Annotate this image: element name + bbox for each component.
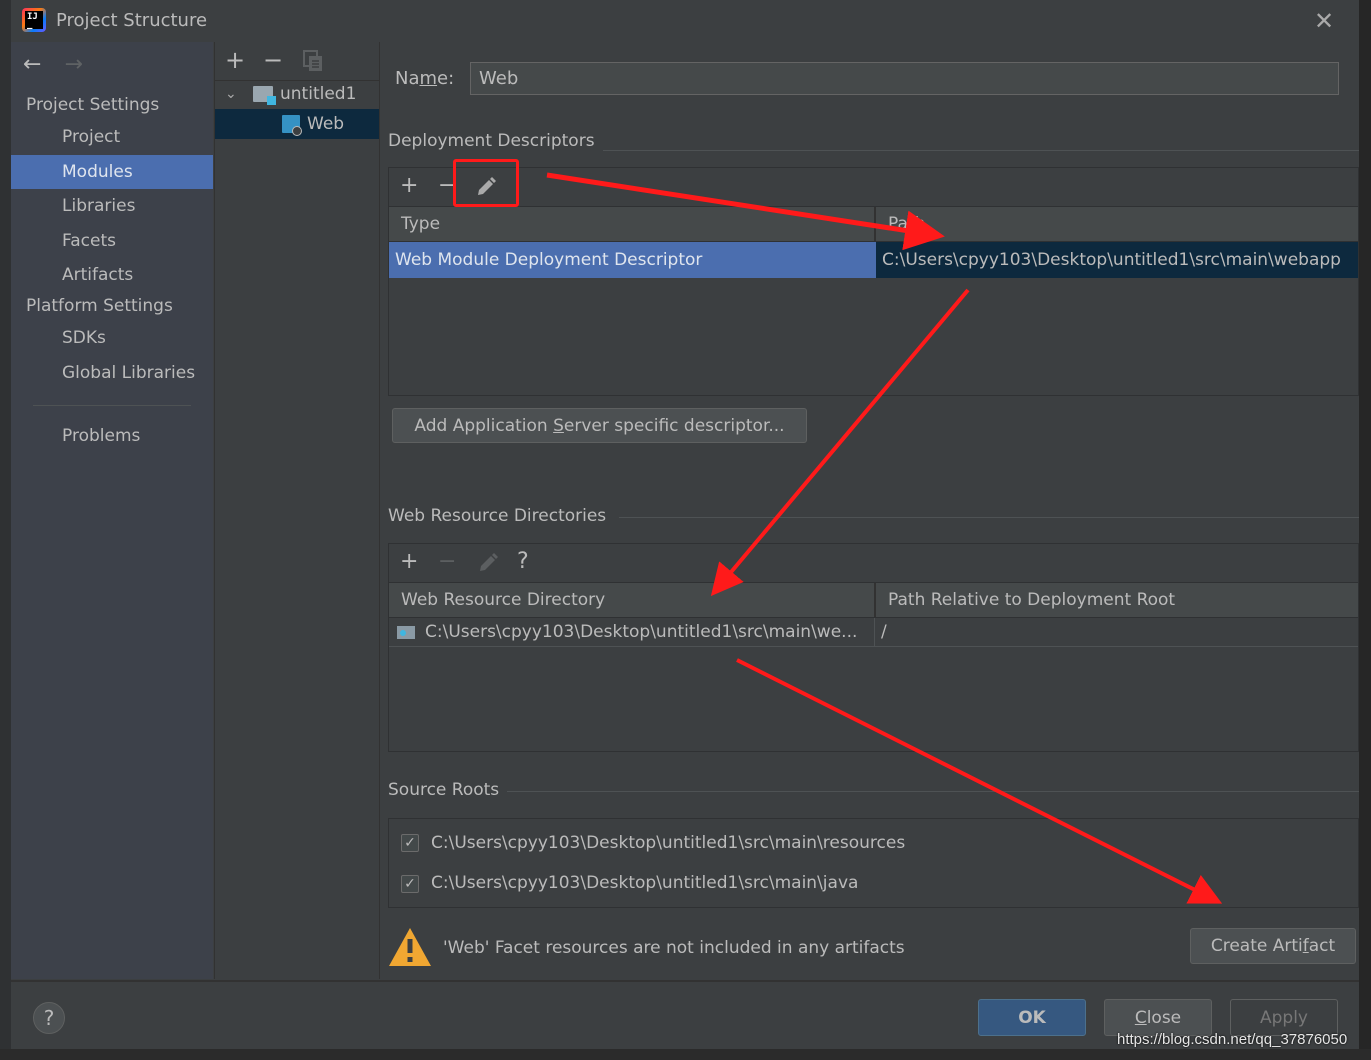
tree-node-label: untitled1 [280, 84, 357, 104]
group-platform-settings: Platform Settings [26, 296, 173, 316]
back-arrow-icon[interactable]: ← [23, 52, 41, 77]
column-header-type[interactable]: Type [389, 207, 874, 241]
descriptor-type-cell[interactable]: Web Module Deployment Descriptor [389, 242, 874, 278]
name-label: Name: [395, 68, 455, 89]
source-root-path: C:\Users\cpyy103\Desktop\untitled1\src\m… [431, 873, 859, 893]
name-input[interactable] [470, 62, 1339, 95]
edit-web-resource-button [477, 552, 499, 580]
sidebar-item-sdks[interactable]: SDKs [11, 321, 213, 355]
relative-path-cell[interactable]: / [874, 618, 1358, 646]
descriptors-table-header: Type Path [389, 206, 1358, 242]
web-resource-directory-cell[interactable]: C:\Users\cpyy103\Desktop\untitled1\src\m… [419, 618, 874, 646]
title-bar: IJ — Project Structure ✕ [11, 0, 1359, 42]
facet-settings-panel: Name: Deployment Descriptors + − Type Pa… [379, 42, 1359, 979]
background-ide-bottom-strip [0, 1049, 1371, 1060]
annotation-highlight-box [453, 159, 519, 207]
sidebar-item-project[interactable]: Project [11, 120, 213, 154]
source-root-checkbox[interactable]: ✓ [401, 875, 419, 893]
sidebar-item-problems[interactable]: Problems [11, 419, 213, 453]
web-facet-icon [282, 115, 302, 136]
create-artifact-button[interactable]: Create Artifact [1190, 928, 1356, 964]
copy-icon [303, 50, 323, 76]
table-row[interactable]: C:\Users\cpyy103\Desktop\untitled1\src\m… [389, 618, 1358, 647]
tree-toolbar: + − [215, 42, 379, 81]
forward-arrow-icon: → [64, 52, 83, 77]
tree-node-web[interactable]: Web [215, 109, 379, 139]
web-resource-directories-title: Web Resource Directories [388, 506, 615, 526]
sidebar-item-libraries[interactable]: Libraries [11, 189, 213, 223]
pencil-icon [480, 553, 498, 571]
sidebar-item-modules[interactable]: Modules [11, 155, 213, 189]
background-ide-right-strip: o o o o [1359, 0, 1371, 1060]
warning-icon [389, 928, 431, 966]
deployment-descriptors-title: Deployment Descriptors [388, 131, 603, 151]
settings-sidebar: ← → Project Settings Project Modules Lib… [11, 42, 213, 979]
column-header-web-resource-directory[interactable]: Web Resource Directory [389, 583, 874, 617]
web-resource-directories-table: + − ? Web Resource Directory Path Relati… [388, 543, 1359, 752]
remove-module-button[interactable]: − [263, 48, 283, 72]
table-row[interactable]: Web Module Deployment Descriptor C:\User… [389, 242, 1358, 278]
close-icon[interactable]: ✕ [1313, 9, 1335, 33]
column-header-relative-path[interactable]: Path Relative to Deployment Root [874, 583, 1358, 617]
sidebar-divider [33, 405, 191, 406]
web-folder-icon [397, 626, 415, 639]
remove-web-resource-button: − [438, 549, 457, 574]
source-roots-list: ✓ C:\Users\cpyy103\Desktop\untitled1\src… [388, 818, 1359, 908]
section-divider [507, 791, 1359, 792]
help-icon[interactable]: ? [517, 550, 529, 574]
project-structure-dialog: IJ — Project Structure ✕ ← → Project Sett… [11, 0, 1359, 1049]
sidebar-item-global-libraries[interactable]: Global Libraries [11, 356, 213, 390]
section-divider [619, 517, 1359, 518]
web-resource-table-header: Web Resource Directory Path Relative to … [389, 582, 1358, 618]
deployment-descriptors-table: + − Type Path Web Module Deployment Desc… [388, 167, 1359, 396]
dialog-title: Project Structure [56, 10, 208, 31]
add-web-resource-button[interactable]: + [400, 550, 418, 574]
add-module-button[interactable]: + [225, 48, 245, 72]
source-roots-title: Source Roots [388, 780, 508, 800]
module-tree-panel: + − ⌄ untitled1 Web [214, 42, 380, 979]
source-root-path: C:\Users\cpyy103\Desktop\untitled1\src\m… [431, 833, 906, 853]
web-resource-toolbar: + − ? [389, 544, 1358, 581]
ok-button[interactable]: OK [978, 999, 1086, 1036]
warning-message: 'Web' Facet resources are not included i… [443, 938, 905, 958]
add-server-descriptor-button[interactable]: Add Application Server specific descript… [392, 408, 807, 443]
tree-node-label: Web [307, 114, 345, 134]
section-divider [599, 150, 1359, 151]
add-descriptor-button[interactable]: + [400, 174, 418, 198]
source-root-checkbox[interactable]: ✓ [401, 834, 419, 852]
chevron-down-icon[interactable]: ⌄ [225, 79, 237, 109]
intellij-logo-icon: IJ — [22, 8, 46, 34]
tree-node-untitled1[interactable]: ⌄ untitled1 [215, 79, 379, 109]
module-folder-icon [253, 86, 276, 105]
descriptor-path-cell[interactable]: C:\Users\cpyy103\Desktop\untitled1\src\m… [874, 242, 1358, 278]
background-ide-left-strip [0, 0, 11, 1060]
sidebar-item-facets[interactable]: Facets [11, 224, 213, 258]
descriptors-toolbar: + − [389, 168, 1358, 205]
help-button[interactable]: ? [33, 1002, 65, 1034]
sidebar-item-artifacts[interactable]: Artifacts [11, 258, 213, 292]
column-header-path[interactable]: Path [874, 207, 1358, 241]
group-project-settings: Project Settings [26, 95, 160, 115]
watermark: https://blog.csdn.net/qq_37876050 [1117, 1031, 1348, 1048]
